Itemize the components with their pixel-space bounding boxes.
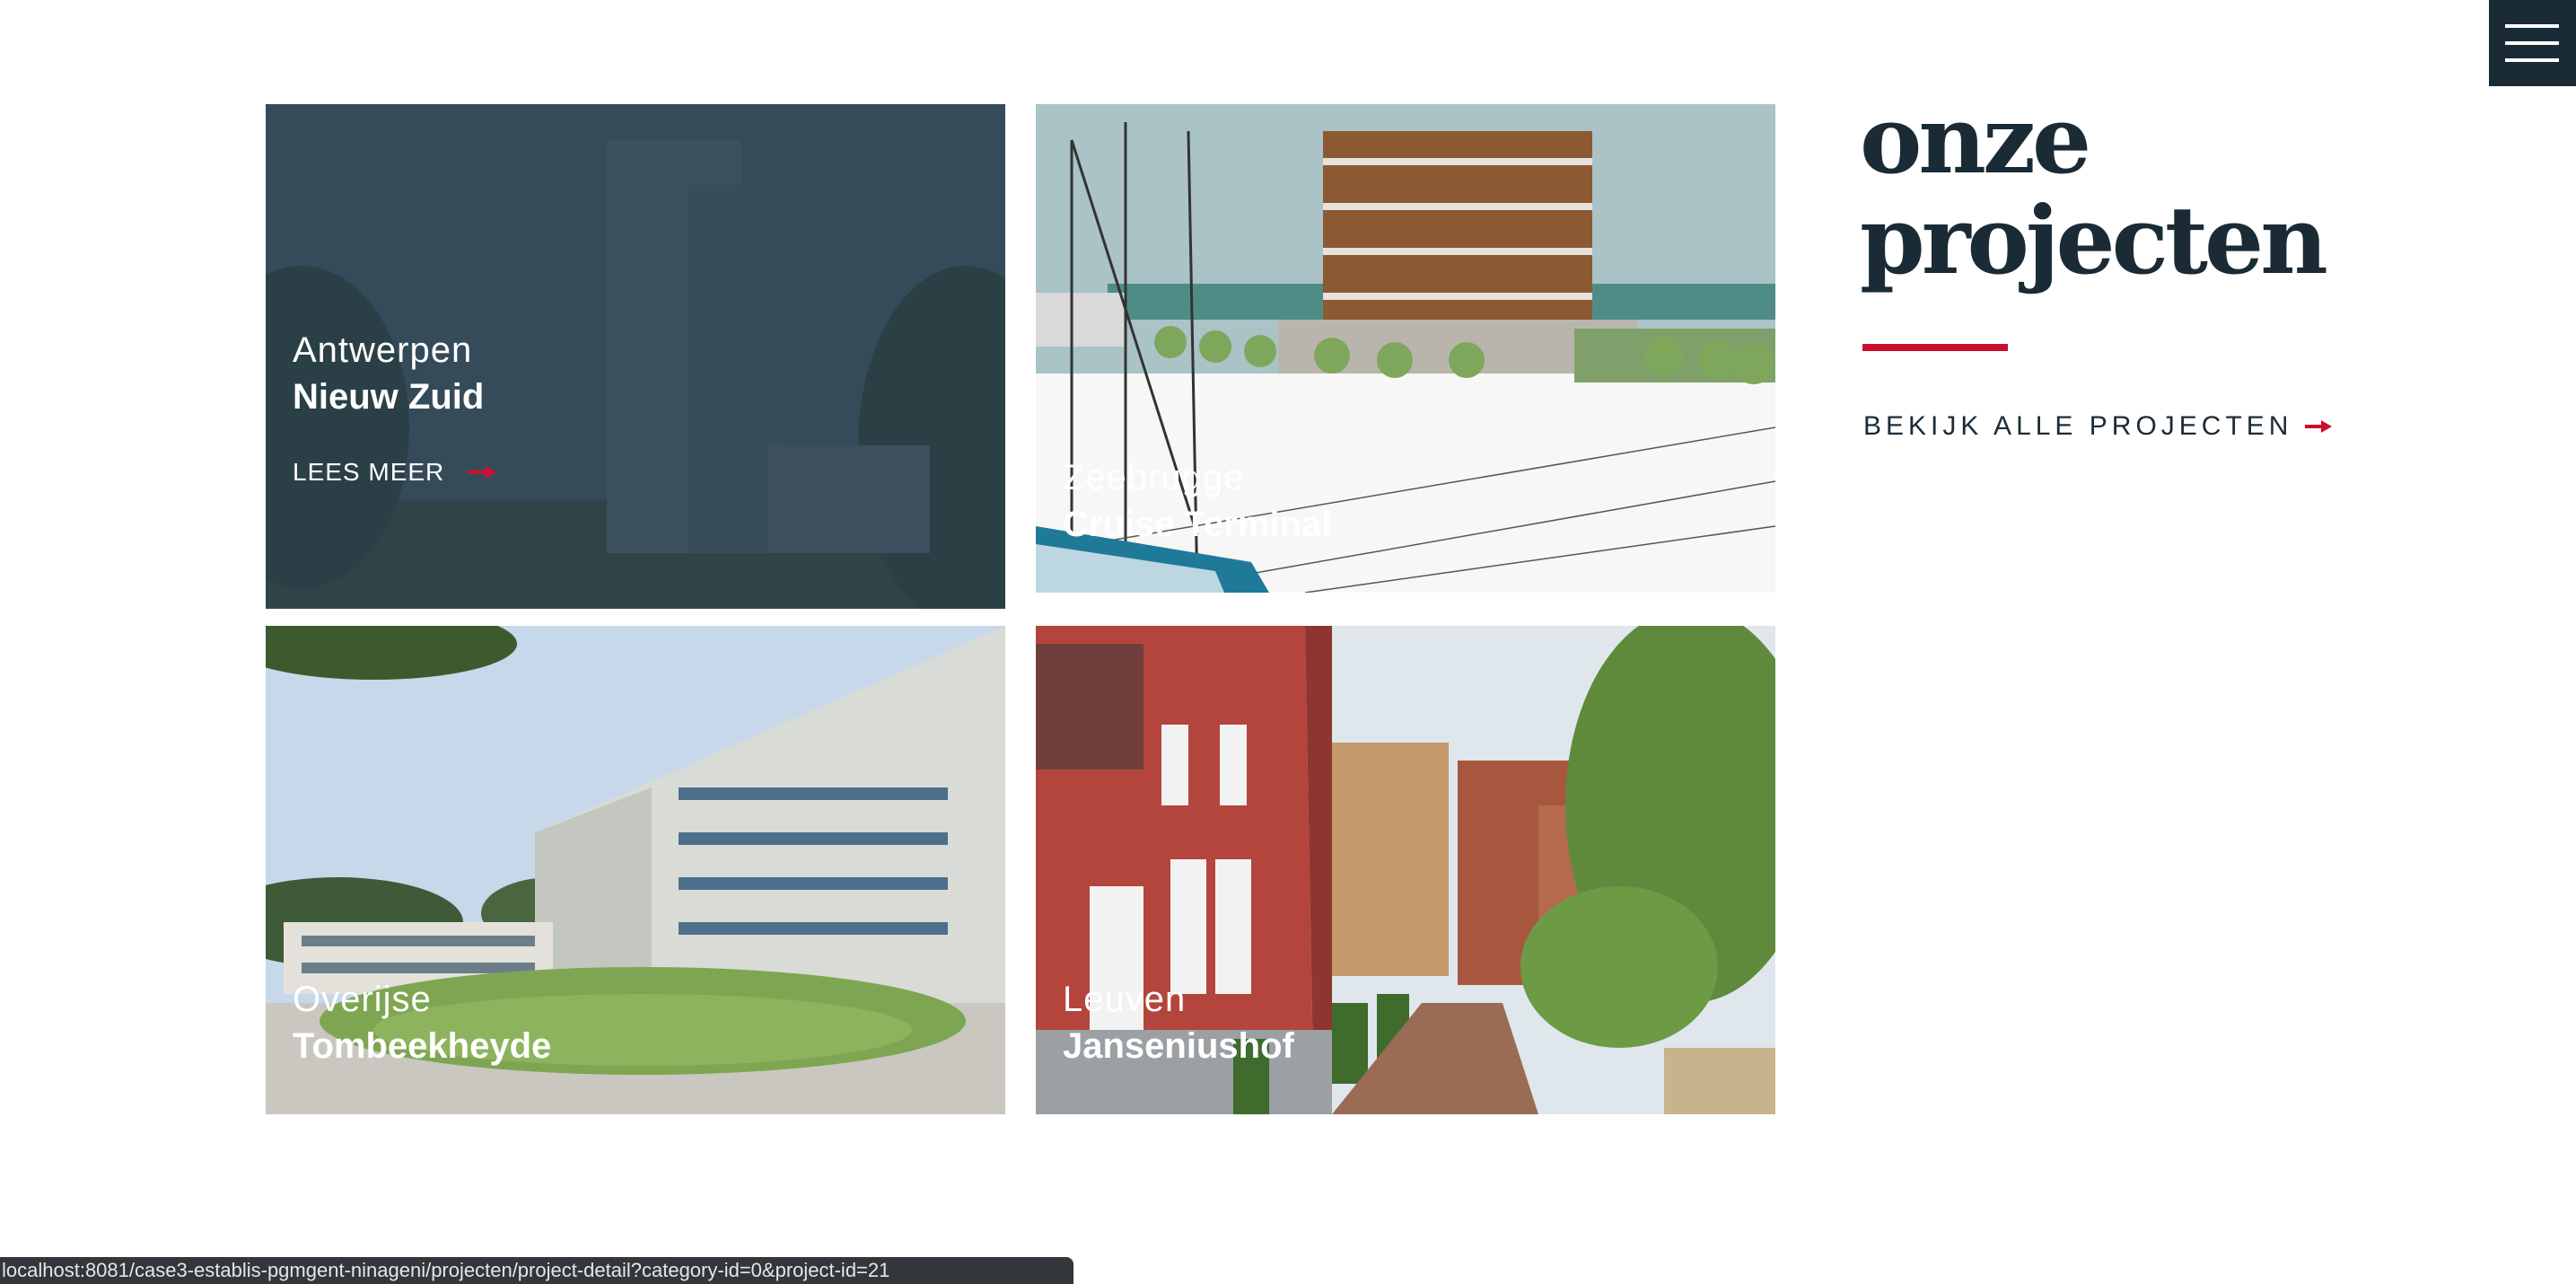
hamburger-menu-icon-bar — [2505, 58, 2559, 62]
browser-status-bar: localhost:8081/case3-establis-pgmgent-ni… — [0, 1257, 1073, 1284]
project-name: Nieuw Zuid — [293, 377, 485, 417]
accent-divider — [1862, 344, 2008, 351]
menu-toggle-button[interactable] — [2489, 0, 2576, 86]
project-city: Antwerpen — [293, 330, 473, 370]
hamburger-menu-icon — [2505, 24, 2559, 28]
project-name: Cruise Terminal — [1063, 505, 1332, 544]
section-title: onze projecten — [1860, 90, 2398, 291]
arrow-right-icon — [468, 466, 497, 479]
project-card-cruise-terminal[interactable]: Zeebrugge Cruise Terminal — [1036, 104, 1775, 593]
project-name: Janseniushof — [1063, 1026, 1294, 1066]
project-card-janseniushof[interactable]: Leuven Janseniushof — [1036, 626, 1775, 1114]
project-city: Zeebrugge — [1063, 458, 1245, 497]
project-caption: Overijse Tombeekheyde — [293, 978, 551, 1071]
project-caption: Antwerpen Nieuw Zuid LEES MEER — [293, 329, 497, 487]
project-caption: Leuven Janseniushof — [1063, 978, 1294, 1071]
hamburger-menu-icon-bar — [2505, 41, 2559, 45]
section-title-line-1: onze — [1860, 84, 2091, 195]
section-title-line-2: projecten — [1860, 185, 2328, 295]
project-caption: Zeebrugge Cruise Terminal — [1063, 456, 1331, 550]
read-more-link[interactable]: LEES MEER — [293, 458, 497, 487]
project-card-tombeekheyde[interactable]: Overijse Tombeekheyde — [266, 626, 1005, 1114]
arrow-right-icon — [2305, 420, 2333, 433]
project-name: Tombeekheyde — [293, 1026, 552, 1066]
project-city: Leuven — [1063, 980, 1187, 1019]
view-all-projects-link[interactable]: BEKIJK ALLE PROJECTEN — [1863, 411, 2333, 442]
view-all-projects-label: BEKIJK ALLE PROJECTEN — [1863, 411, 2293, 441]
project-city: Overijse — [293, 980, 432, 1019]
read-more-label: LEES MEER — [293, 458, 445, 486]
project-card-nieuw-zuid[interactable]: Antwerpen Nieuw Zuid LEES MEER — [266, 104, 1005, 609]
